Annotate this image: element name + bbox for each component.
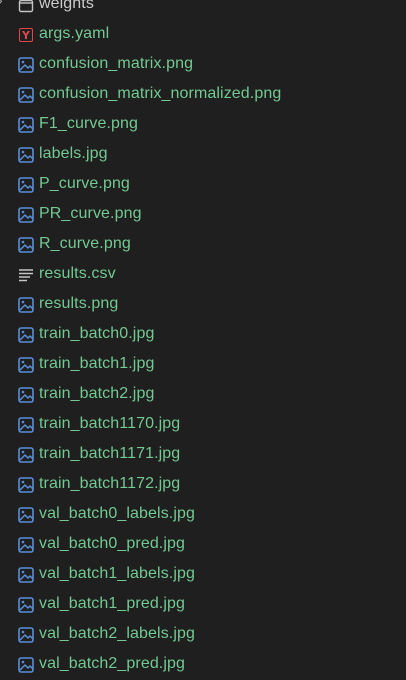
image-file-icon: [18, 657, 34, 673]
image-file-icon: [18, 237, 34, 253]
image-file-icon: [18, 327, 34, 343]
csv-file-icon: [18, 267, 34, 283]
file-row-train-batch1-jpg[interactable]: train_batch1.jpg: [0, 350, 406, 380]
file-label: P_curve.png: [39, 175, 130, 192]
file-row-train-batch0-jpg[interactable]: train_batch0.jpg: [0, 320, 406, 350]
file-label: val_batch0_pred.jpg: [39, 535, 186, 552]
file-label: train_batch1170.jpg: [39, 415, 181, 432]
file-label: val_batch1_labels.jpg: [39, 565, 195, 582]
image-file-icon: [18, 207, 34, 223]
image-file-icon: [18, 417, 34, 433]
file-label: labels.jpg: [39, 145, 108, 162]
image-file-icon: [18, 117, 34, 133]
file-row-results-png[interactable]: results.png: [0, 290, 406, 320]
file-row-train-batch2-jpg[interactable]: train_batch2.jpg: [0, 380, 406, 410]
image-file-icon: [18, 447, 34, 463]
image-file-icon: [18, 147, 34, 163]
file-row-results-csv[interactable]: results.csv: [0, 260, 406, 290]
file-row-val-batch0-pred-jpg[interactable]: val_batch0_pred.jpg: [0, 530, 406, 560]
file-row-f1-curve-png[interactable]: F1_curve.png: [0, 110, 406, 140]
file-label: val_batch0_labels.jpg: [39, 505, 195, 522]
folder-label: weights: [39, 0, 94, 12]
file-label: train_batch1.jpg: [39, 355, 155, 372]
yaml-file-icon: Y: [18, 27, 34, 43]
file-label: results.png: [39, 295, 119, 312]
file-explorer-tree: › weights Yargs.yaml confusion_matrix.pn…: [0, 0, 406, 677]
file-row-val-batch0-labels-jpg[interactable]: val_batch0_labels.jpg: [0, 500, 406, 530]
file-label: val_batch2_labels.jpg: [39, 625, 195, 642]
image-file-icon: [18, 357, 34, 373]
image-file-icon: [18, 627, 34, 643]
file-row-val-batch1-pred-jpg[interactable]: val_batch1_pred.jpg: [0, 590, 406, 620]
file-row-labels-jpg[interactable]: labels.jpg: [0, 140, 406, 170]
image-file-icon: [18, 477, 34, 493]
image-file-icon: [18, 57, 34, 73]
image-file-icon: [18, 537, 34, 553]
file-row-val-batch2-pred-jpg[interactable]: val_batch2_pred.jpg: [0, 650, 406, 680]
file-label: R_curve.png: [39, 235, 131, 252]
file-row-args-yaml[interactable]: Yargs.yaml: [0, 20, 406, 50]
file-row-train-batch1172-jpg[interactable]: train_batch1172.jpg: [0, 470, 406, 500]
image-file-icon: [18, 387, 34, 403]
file-label: val_batch1_pred.jpg: [39, 595, 186, 612]
file-label: PR_curve.png: [39, 205, 142, 222]
file-row-train-batch1171-jpg[interactable]: train_batch1171.jpg: [0, 440, 406, 470]
image-file-icon: [18, 597, 34, 613]
file-row-pr-curve-png[interactable]: PR_curve.png: [0, 200, 406, 230]
image-file-icon: [18, 297, 34, 313]
image-file-icon: [18, 507, 34, 523]
file-row-val-batch2-labels-jpg[interactable]: val_batch2_labels.jpg: [0, 620, 406, 650]
file-label: train_batch1172.jpg: [39, 475, 181, 492]
file-row-confusion-matrix-normalized-png[interactable]: confusion_matrix_normalized.png: [0, 80, 406, 110]
file-row-confusion-matrix-png[interactable]: confusion_matrix.png: [0, 50, 406, 80]
file-label: train_batch1171.jpg: [39, 445, 181, 462]
file-label: val_batch2_pred.jpg: [39, 655, 186, 672]
folder-icon: [18, 0, 34, 13]
file-row-val-batch1-labels-jpg[interactable]: val_batch1_labels.jpg: [0, 560, 406, 590]
file-row-train-batch1170-jpg[interactable]: train_batch1170.jpg: [0, 410, 406, 440]
image-file-icon: [18, 567, 34, 583]
file-label: results.csv: [39, 265, 116, 282]
file-label: train_batch2.jpg: [39, 385, 155, 402]
file-label: confusion_matrix_normalized.png: [39, 85, 282, 102]
file-row-p-curve-png[interactable]: P_curve.png: [0, 170, 406, 200]
file-row-r-curve-png[interactable]: R_curve.png: [0, 230, 406, 260]
chevron-right-icon[interactable]: ›: [0, 0, 6, 20]
file-label: F1_curve.png: [39, 115, 139, 132]
image-file-icon: [18, 87, 34, 103]
file-label: confusion_matrix.png: [39, 55, 194, 72]
file-label: train_batch0.jpg: [39, 325, 155, 342]
folder-row-weights[interactable]: › weights: [0, 0, 406, 20]
file-label: args.yaml: [39, 25, 110, 42]
image-file-icon: [18, 177, 34, 193]
